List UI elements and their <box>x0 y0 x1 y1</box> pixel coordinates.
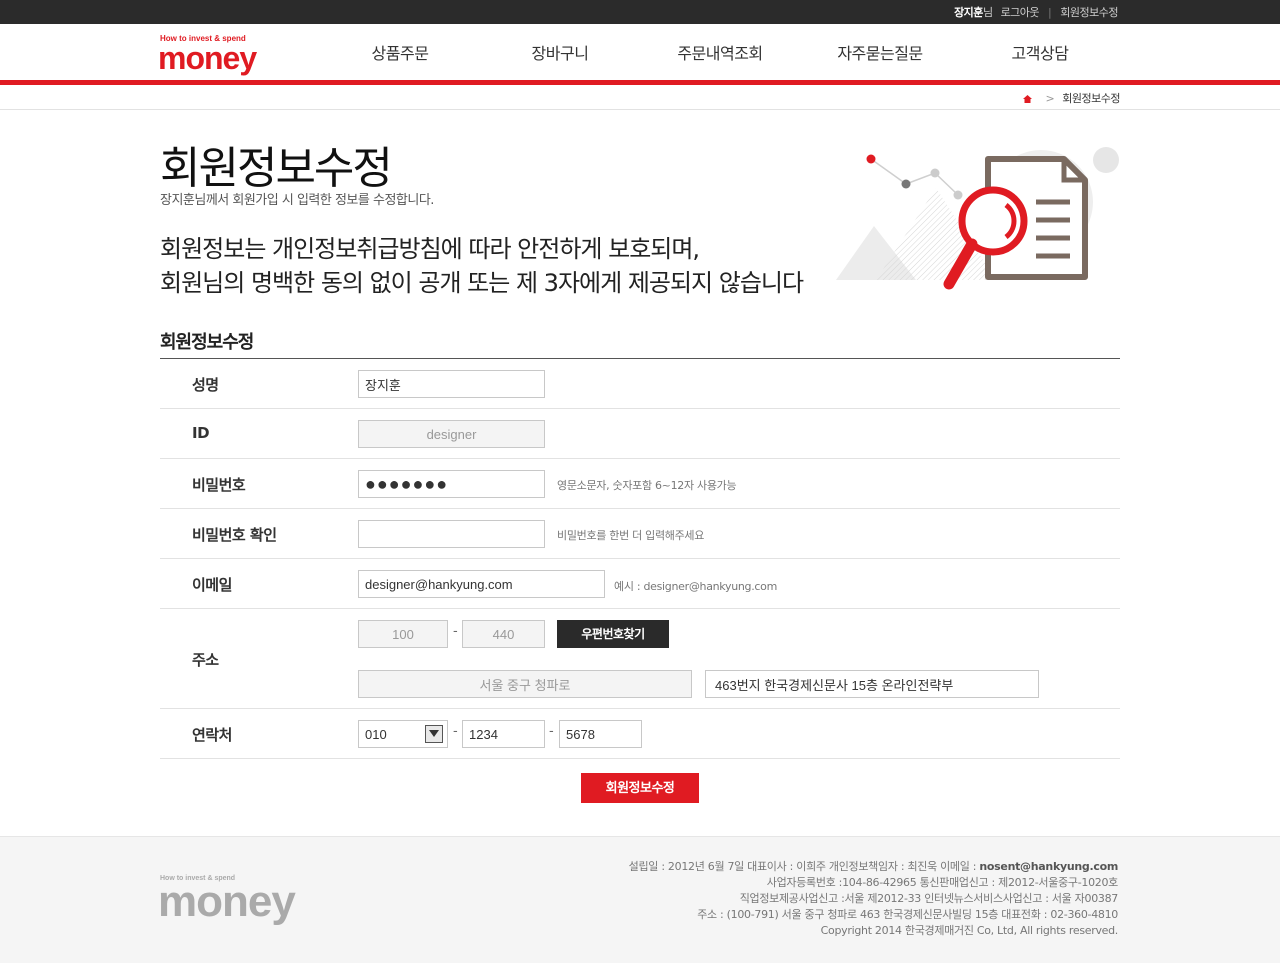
form-row-address: 주소 - 우편번호찾기 <box>160 609 1120 709</box>
nav-item-order[interactable]: 상품주문 <box>320 40 480 64</box>
phone-prefix-select[interactable]: 010 <box>358 720 448 748</box>
privacy-notice-line2: 회원님의 명백한 동의 없이 공개 또는 제 3자에게 제공되지 않습니다 <box>160 269 804 297</box>
page-subtitle: 장지훈님께서 회원가입 시 입력한 정보를 수정합니다. <box>160 193 434 208</box>
find-zipcode-button[interactable]: 우편번호찾기 <box>557 620 669 648</box>
company-info-line1-text: 설립일 : 2012년 6월 7일 대표이사 : 이희주 개인정보책임자 : 최… <box>628 860 980 873</box>
breadcrumb-bar: > 회원정보수정 <box>0 85 1280 110</box>
company-info-line4: 주소 : (100-791) 서울 중구 청파로 463 한국경제신문사빌딩 1… <box>697 908 1118 921</box>
email-label: 이메일 <box>192 576 232 594</box>
id-input <box>358 420 545 448</box>
form-row-password-confirm: 비밀번호 확인 비밀번호를 한번 더 입력해주세요 <box>160 509 1120 559</box>
nav-item-order-history[interactable]: 주문내역조회 <box>640 40 800 64</box>
copyright: Copyright 2014 한국경제매거진 Co, Ltd, All righ… <box>820 924 1119 937</box>
address-label: 주소 <box>192 651 219 669</box>
member-info-form: 성명 ID 비밀번호 ●●●●●●● 영문소문자, 숫자포함 6~12자 사용가… <box>160 358 1120 759</box>
section-title: 회원정보수정 <box>160 332 254 353</box>
footer-logo: How to invest & spend money <box>158 875 330 935</box>
company-info: 설립일 : 2012년 6월 7일 대표이사 : 이희주 개인정보책임자 : 최… <box>628 859 1119 939</box>
password-confirm-label: 비밀번호 확인 <box>192 526 277 544</box>
edit-info-link[interactable]: 회원정보수정 <box>1060 6 1118 19</box>
form-row-password: 비밀번호 ●●●●●●● 영문소문자, 숫자포함 6~12자 사용가능 <box>160 459 1120 509</box>
password-input[interactable]: ●●●●●●● <box>358 470 545 498</box>
form-row-id: ID <box>160 409 1120 459</box>
privacy-notice: 회원정보는 개인정보취급방침에 따라 안전하게 보호되며, 회원님의 명백한 동… <box>160 232 804 300</box>
page-title: 회원정보수정 <box>160 143 393 194</box>
breadcrumb: > 회원정보수정 <box>1022 90 1120 106</box>
breadcrumb-current: 회원정보수정 <box>1062 92 1120 105</box>
password-hint: 영문소문자, 숫자포함 6~12자 사용가능 <box>557 479 737 492</box>
password-confirm-input[interactable] <box>358 520 545 548</box>
divider: | <box>1048 6 1052 19</box>
name-label: 성명 <box>192 376 219 394</box>
chevron-down-icon[interactable] <box>425 725 443 743</box>
submit-button[interactable]: 회원정보수정 <box>581 773 699 803</box>
phone-middle-input[interactable] <box>462 720 545 748</box>
name-input[interactable] <box>358 370 545 398</box>
home-icon[interactable] <box>1022 93 1032 103</box>
site-footer: How to invest & spend money 설립일 : 2012년 … <box>0 836 1280 963</box>
nav-item-support[interactable]: 고객상담 <box>960 40 1120 64</box>
site-header: How to invest & spend money 상품주문 장바구니 주문… <box>0 24 1280 80</box>
address-line2-input[interactable] <box>705 670 1039 698</box>
address-line1-input <box>358 670 692 698</box>
top-utility-bar: 장지훈님 로그아웃 | 회원정보수정 <box>0 0 1280 24</box>
privacy-notice-line1: 회원정보는 개인정보취급방침에 따라 안전하게 보호되며, <box>160 235 700 263</box>
zip-dash: - <box>453 624 458 639</box>
footer-logo-wordmark: money <box>158 877 296 926</box>
chevron-right-icon: > <box>1045 92 1055 105</box>
user-suffix: 님 <box>982 6 993 19</box>
phone-last-input[interactable] <box>559 720 642 748</box>
phone-prefix-value: 010 <box>365 727 387 742</box>
form-row-email: 이메일 예시 : designer@hankyung.com <box>160 559 1120 609</box>
email-input[interactable] <box>358 570 605 598</box>
password-label: 비밀번호 <box>192 476 246 494</box>
money-logo[interactable]: How to invest & spend money <box>158 34 270 76</box>
nav-item-faq[interactable]: 자주묻는질문 <box>800 40 960 64</box>
zipcode-second-input <box>462 620 545 648</box>
nav-item-cart[interactable]: 장바구니 <box>480 40 640 64</box>
form-row-name: 성명 <box>160 359 1120 409</box>
logout-link[interactable]: 로그아웃 <box>1001 6 1040 19</box>
logo-wordmark: money <box>158 40 257 76</box>
form-row-phone: 연락처 010 - - <box>160 709 1120 759</box>
user-links: 장지훈님 로그아웃 | 회원정보수정 <box>954 4 1118 20</box>
contact-email[interactable]: nosent@hankyung.com <box>979 860 1118 873</box>
phone-dash-1: - <box>453 724 458 739</box>
zipcode-first-input <box>358 620 448 648</box>
user-name: 장지훈 <box>954 6 983 19</box>
company-info-line1: 설립일 : 2012년 6월 7일 대표이사 : 이희주 개인정보책임자 : 최… <box>628 859 1119 875</box>
main-nav: 상품주문 장바구니 주문내역조회 자주묻는질문 고객상담 <box>320 40 1120 64</box>
company-info-line2: 사업자등록번호 :104-86-42965 통신판매업신고 : 제2012-서울… <box>766 876 1119 889</box>
phone-dash-2: - <box>549 724 554 739</box>
company-info-line3: 직업정보제공사업신고 :서울 제2012-33 인터넷뉴스서비스사업신고 : 서… <box>739 892 1119 905</box>
id-label: ID <box>192 424 210 442</box>
document-search-illustration <box>836 140 1126 300</box>
password-confirm-hint: 비밀번호를 한번 더 입력해주세요 <box>557 529 705 542</box>
phone-label: 연락처 <box>192 726 232 744</box>
email-hint: 예시 : designer@hankyung.com <box>614 580 778 593</box>
